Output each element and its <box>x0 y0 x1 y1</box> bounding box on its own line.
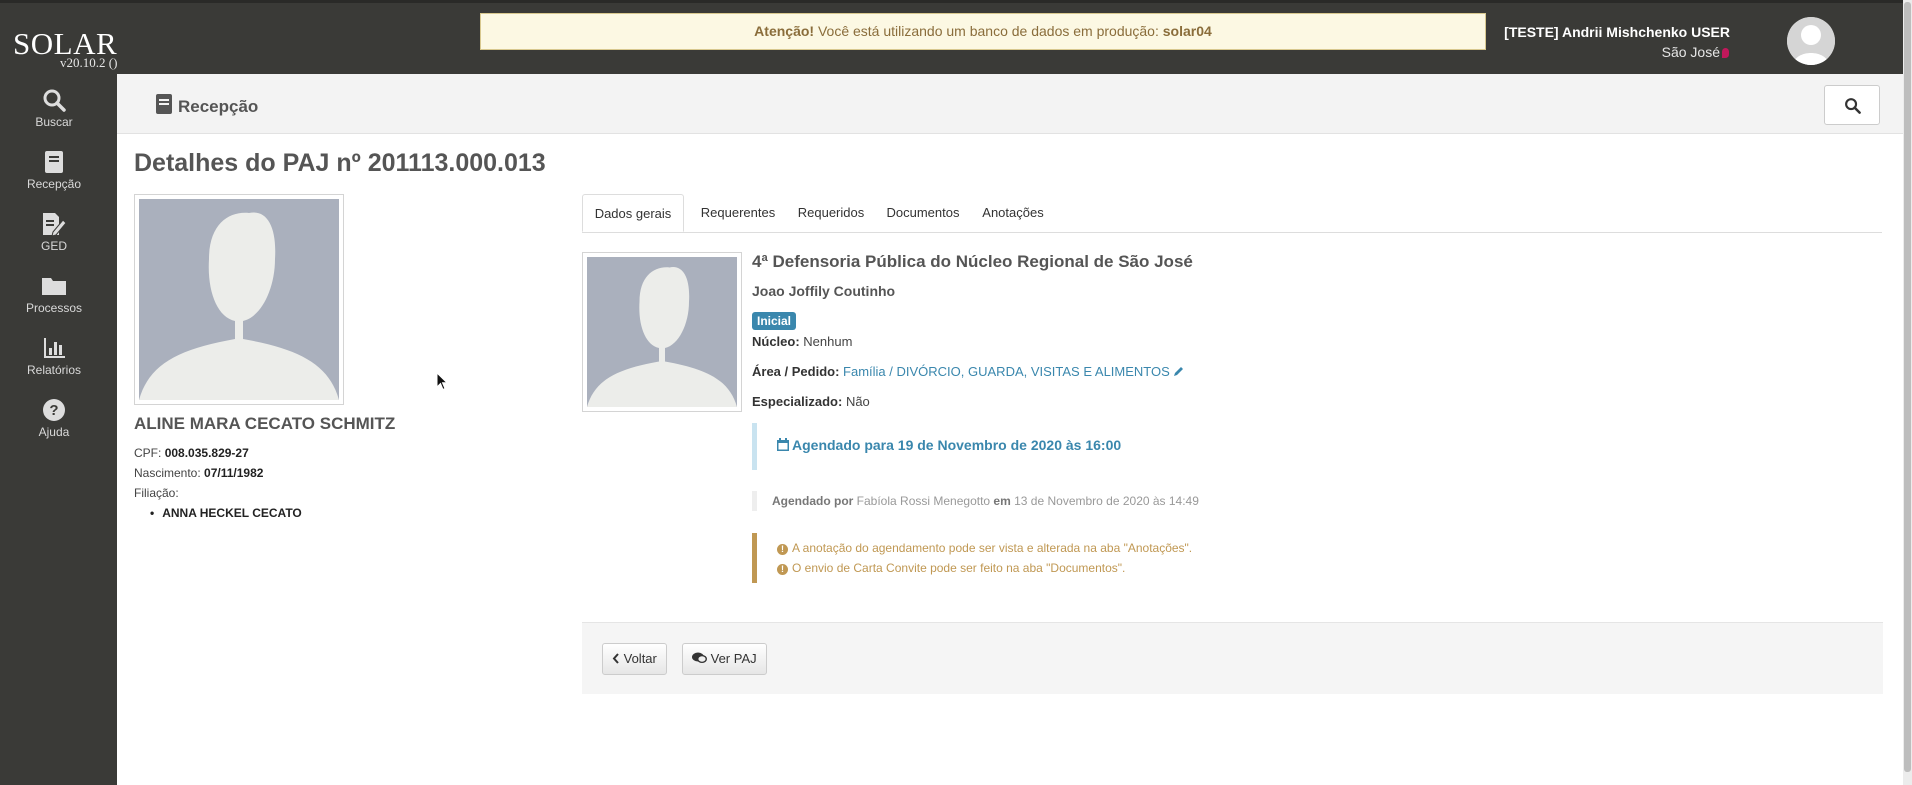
booked-on-label: em <box>993 494 1011 508</box>
sidebar-item-ged[interactable]: GED <box>0 212 108 253</box>
sidebar-item-label: Relatórios <box>26 363 82 377</box>
search-icon <box>1845 98 1861 114</box>
especializado-value: Não <box>845 394 870 409</box>
app-version: v20.10.2 () <box>60 55 118 70</box>
filiacao-label: Filiação: <box>134 486 179 500</box>
avatar-placeholder-icon <box>587 257 737 407</box>
sidebar-item-buscar[interactable]: Buscar <box>0 88 108 129</box>
schedule-box: Agendado para 19 de Novembro de 2020 às … <box>752 423 1880 470</box>
exclamation-icon: ! <box>777 564 788 575</box>
browser-strip <box>0 0 1903 3</box>
sidebar-item-label: Ajuda <box>38 425 70 439</box>
section-title-text: Recepção <box>178 97 259 116</box>
nucleo-field: Núcleo: Nenhum <box>752 334 852 349</box>
avatar-placeholder-icon <box>139 199 339 400</box>
booked-on-value: 13 de Novembro de 2020 às 14:49 <box>1014 494 1199 508</box>
actions-bar: Voltar Ver PAJ <box>582 622 1883 694</box>
sidebar-item-relatorios[interactable]: Relatórios <box>0 336 108 377</box>
person-name: ALINE MARA CECATO SCHMITZ <box>134 414 396 433</box>
back-button[interactable]: Voltar <box>602 643 667 675</box>
area-link[interactable]: Família / DIVÓRCIO, GUARDA, VISITAS E AL… <box>843 364 1170 379</box>
note-text: O envio de Carta Convite pode ser feito … <box>792 561 1126 575</box>
folder-icon <box>42 278 66 295</box>
nucleo-value: Nenhum <box>803 334 853 349</box>
page-title: Detalhes do PAJ nº 201113.000.013 <box>134 149 546 177</box>
defensor-photo <box>582 252 742 412</box>
alert-db: solar04 <box>1162 23 1212 39</box>
production-alert: Atenção! Você está utilizando um banco d… <box>480 13 1486 50</box>
comments-icon <box>692 652 707 663</box>
search-button[interactable] <box>1824 85 1880 125</box>
sidebar-item-label: Buscar <box>35 115 73 129</box>
schedule-text-wrap: Agendado para 19 de Novembro de 2020 às … <box>777 437 1121 453</box>
status-badge: Inicial <box>752 312 797 330</box>
sidebar-item-recepcao[interactable]: Recepção <box>0 150 108 191</box>
defensoria-title: 4ª Defensoria Pública do Núcleo Regional… <box>752 252 1193 271</box>
bar-chart-icon <box>44 338 65 358</box>
nucleo-label: Núcleo: <box>752 334 800 349</box>
birth-value: 07/11/1982 <box>204 466 264 480</box>
view-paj-button[interactable]: Ver PAJ <box>682 643 767 675</box>
especializado-field: Especializado: Não <box>752 394 870 409</box>
pencil-icon[interactable] <box>1173 365 1185 377</box>
sidebar-item-ajuda[interactable]: ? Ajuda <box>0 398 108 439</box>
book-icon <box>156 94 172 114</box>
tab-anotacoes[interactable]: Anotações <box>972 194 1054 232</box>
note-text: A anotação do agendamento pode ser vista… <box>792 541 1193 555</box>
tab-requeridos[interactable]: Requeridos <box>788 194 874 232</box>
notes-box: ! A anotação do agendamento pode ser vist… <box>752 533 1652 583</box>
book-icon <box>45 151 63 173</box>
especializado-label: Especializado: <box>752 394 843 409</box>
sidebar-item-processos[interactable]: Processos <box>0 274 108 315</box>
sidebar-item-label: Recepção <box>26 177 82 191</box>
filiacao-item: ANNA HECKEL CECATO <box>150 506 302 520</box>
top-bar: SOLAR v20.10.2 () Atenção! Você está uti… <box>0 0 1903 74</box>
note-item: ! A anotação do agendamento pode ser vist… <box>777 541 1192 555</box>
person-photo <box>134 194 344 405</box>
note-item: ! O envio de Carta Convite pode ser feito… <box>777 561 1125 575</box>
edit-doc-icon <box>43 213 67 236</box>
scrollbar-thumb[interactable] <box>1904 2 1911 772</box>
tab-bar: Dados gerais Requerentes Requeridos Docu… <box>582 194 1882 233</box>
defensor-name: Joao Joffily Coutinho <box>752 283 896 299</box>
cpf-value: 008.035.829-27 <box>164 446 249 460</box>
svg-text:?: ? <box>49 402 58 419</box>
back-button-label: Voltar <box>623 651 657 666</box>
alert-prefix: Atenção! <box>754 23 815 39</box>
birth-label: Nascimento: <box>134 466 201 480</box>
search-icon <box>43 89 66 112</box>
user-name[interactable]: [TESTE] Andrii Mishchenko USER <box>1504 24 1730 40</box>
sidebar-item-label: Processos <box>25 301 83 315</box>
user-location[interactable]: São José <box>1662 44 1720 60</box>
area-label: Área / Pedido: <box>752 364 840 379</box>
booked-by-value: Fabíola Rossi Menegotto <box>856 494 991 508</box>
exclamation-icon: ! <box>777 544 788 555</box>
avatar[interactable] <box>1787 17 1835 65</box>
location-marker-icon <box>1722 48 1729 58</box>
mouse-cursor-icon <box>436 372 448 391</box>
alert-message: Você está utilizando um banco de dados e… <box>814 23 1163 39</box>
chevron-left-icon <box>612 653 619 664</box>
area-field: Área / Pedido: Família / DIVÓRCIO, GUARD… <box>752 364 1185 379</box>
booked-by-line: Agendado por Fabíola Rossi Menegotto em … <box>752 491 1199 511</box>
calendar-icon <box>777 438 789 451</box>
birth-line: Nascimento: 07/11/1982 <box>134 466 263 480</box>
cpf-label: CPF: <box>134 446 162 460</box>
section-header: Recepção <box>117 74 1903 134</box>
tab-dados-gerais[interactable]: Dados gerais <box>582 194 684 232</box>
view-paj-label: Ver PAJ <box>710 651 757 666</box>
schedule-text: Agendado para 19 de Novembro de 2020 às … <box>792 437 1122 453</box>
tab-documentos[interactable]: Documentos <box>878 194 968 232</box>
booked-by-label: Agendado por <box>772 494 854 508</box>
tab-requerentes[interactable]: Requerentes <box>692 194 784 232</box>
sidebar-item-label: GED <box>40 239 67 253</box>
sidebar: Buscar Recepção GED Processos Relatórios… <box>0 74 117 785</box>
help-icon: ? <box>43 399 65 421</box>
section-title: Recepção <box>155 94 258 117</box>
cpf-line: CPF: 008.035.829-27 <box>134 446 249 460</box>
